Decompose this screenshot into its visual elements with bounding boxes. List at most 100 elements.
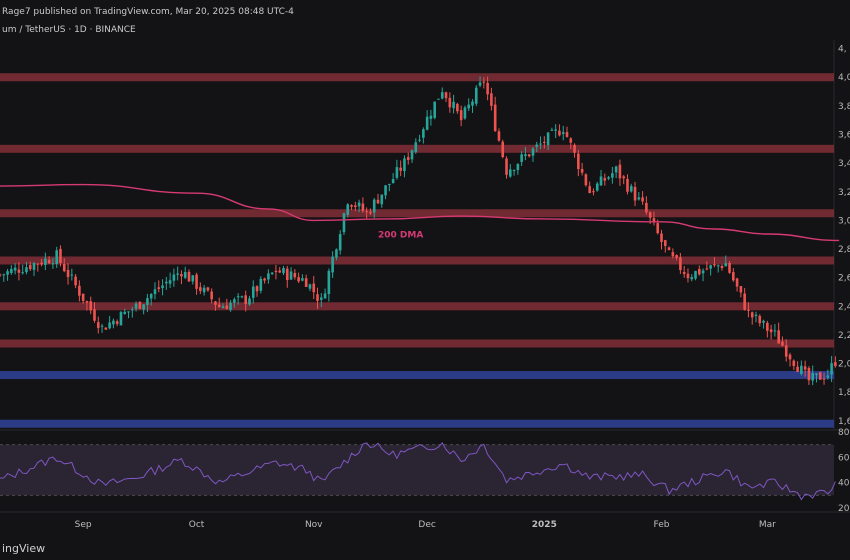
candle-body <box>456 103 459 112</box>
candle-body <box>505 158 508 175</box>
candle-body <box>278 270 282 273</box>
price-tick-label: 2,0 <box>838 360 850 370</box>
candle-body <box>395 167 399 178</box>
candle-body <box>372 199 376 213</box>
candle-body <box>127 311 130 313</box>
candle-body <box>172 274 176 281</box>
candle-body <box>59 248 62 263</box>
candle-body <box>422 129 425 138</box>
time-axis[interactable]: SepOctNovDec2025FebMarApr <box>75 520 850 530</box>
candle-body <box>206 287 210 291</box>
candle-body <box>115 321 119 324</box>
candle-body <box>384 185 387 196</box>
candle-body <box>0 274 2 276</box>
candle-body <box>263 278 266 281</box>
candle-body <box>342 213 346 233</box>
candle-body <box>546 132 550 146</box>
candle-body <box>803 366 807 370</box>
price-tick-label: 3,6 <box>838 130 850 140</box>
candle-body <box>248 298 251 305</box>
candle-body <box>626 178 629 192</box>
price-tick-label: 2,6 <box>838 274 850 284</box>
candle-body <box>584 174 588 186</box>
candle-body <box>656 223 660 234</box>
candle-body <box>267 273 270 280</box>
candle-body <box>282 268 285 274</box>
candle-body <box>304 278 308 287</box>
candle-body <box>168 280 172 284</box>
candle-body <box>524 154 527 156</box>
candle-body <box>380 194 384 205</box>
candle-body <box>739 286 743 293</box>
candle-body <box>176 273 179 275</box>
candle-body <box>217 304 221 307</box>
candle-body <box>603 178 607 181</box>
candle-body <box>781 341 784 346</box>
candle-body <box>773 330 777 332</box>
candle-body <box>599 176 603 186</box>
symbol-line: um / TetherUS · 1D · BINANCE <box>2 25 136 35</box>
candle-body <box>47 259 51 264</box>
candle-body <box>289 271 293 280</box>
candle-body <box>686 273 690 279</box>
candle-body <box>425 116 429 130</box>
candle-body <box>645 202 648 213</box>
time-tick-label: 2025 <box>532 520 557 530</box>
candle-body <box>580 168 584 173</box>
candle-body <box>55 250 58 265</box>
candle-body <box>732 272 735 281</box>
candle-body <box>259 278 263 291</box>
candle-body <box>807 368 811 381</box>
candle-body <box>233 299 236 303</box>
candle-body <box>550 129 554 131</box>
candle-body <box>2 274 6 276</box>
candle-body <box>769 329 773 333</box>
candle-body <box>40 262 43 265</box>
candle-body <box>36 263 40 265</box>
candle-body <box>792 360 796 367</box>
candle-body <box>512 170 516 172</box>
candle-body <box>637 197 641 200</box>
candle-body <box>758 315 762 324</box>
candle-body <box>724 263 728 267</box>
candle-body <box>698 268 701 275</box>
candle-body <box>123 311 127 314</box>
price-tick-label: 2,8 <box>838 245 850 255</box>
price-axis[interactable]: 4, 4,0 3,8 3,6 3,4 3,2 3,0 2,8 2,6 2,4 2,2 2,0 1,8 1,… <box>838 45 850 514</box>
time-tick-label: Dec <box>418 520 435 530</box>
candle-body <box>486 82 489 95</box>
price-chart[interactable]: Rage7 published on TradingView.com, Mar … <box>0 0 850 560</box>
candle-body <box>713 264 716 266</box>
candle-body <box>66 270 70 278</box>
candle-body <box>134 303 138 309</box>
candle-body <box>138 301 142 309</box>
rsi-tick-label: 80 <box>838 428 850 438</box>
candle-body <box>403 158 406 172</box>
candle-body <box>429 115 433 119</box>
candle-body <box>573 144 576 153</box>
candle-body <box>6 271 9 275</box>
candle-body <box>509 169 512 177</box>
candle-body <box>316 294 319 301</box>
price-tick-label: 2,2 <box>838 331 850 341</box>
candle-body <box>112 320 115 325</box>
footer-brand: ingView <box>2 542 45 555</box>
candle-body <box>690 277 694 280</box>
candle-body <box>448 97 452 108</box>
candle-body <box>561 132 565 134</box>
candle-body <box>221 306 225 309</box>
candle-body <box>437 98 440 100</box>
candle-body <box>70 274 74 276</box>
candle-body <box>766 322 769 331</box>
candle-body <box>433 101 436 118</box>
price-tick-label: 3,0 <box>838 216 850 226</box>
candle-body <box>660 233 663 243</box>
price-tick-label: 4,0 <box>838 73 850 83</box>
candle-body <box>28 265 32 270</box>
candle-body <box>335 249 338 258</box>
rsi-band <box>0 444 834 496</box>
candle-body <box>830 363 833 375</box>
candle-body <box>251 286 255 298</box>
candle-body <box>17 269 21 273</box>
candle-body <box>720 266 724 269</box>
